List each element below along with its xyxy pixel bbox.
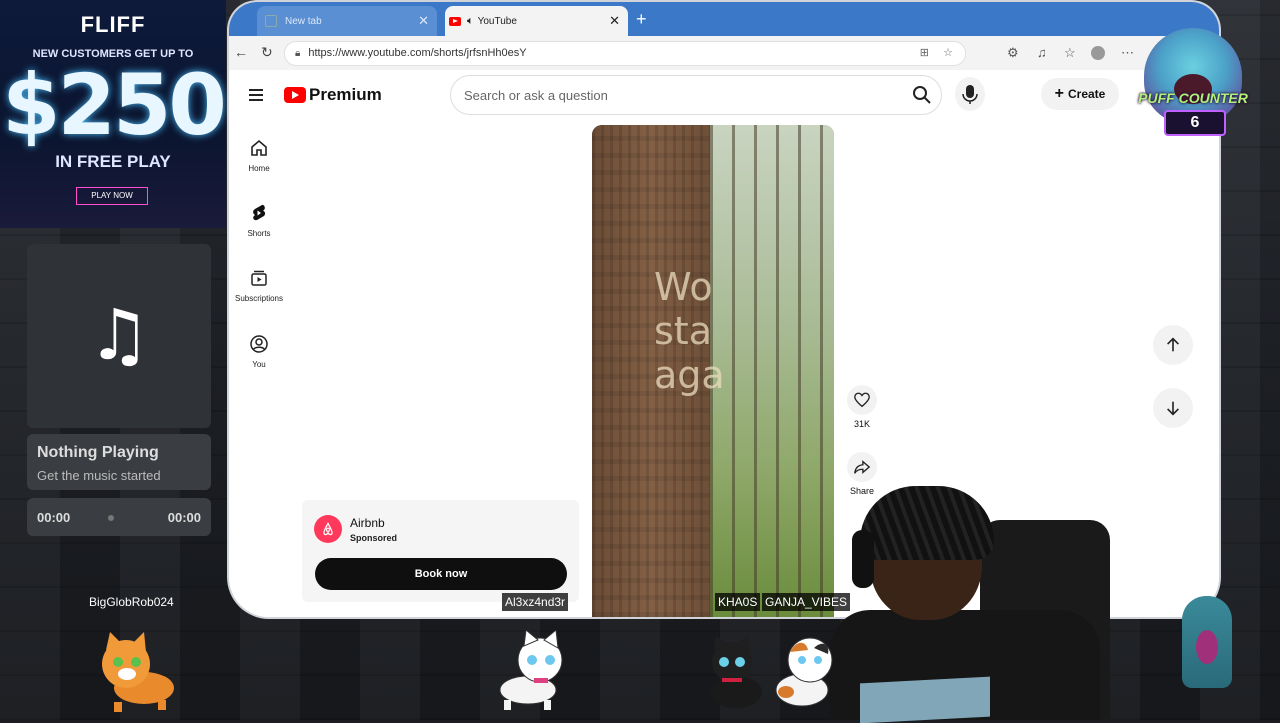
video-overlay-text: Wo sta aga: [654, 265, 725, 397]
close-icon[interactable]: ✕: [609, 13, 620, 29]
search-icon[interactable]: [912, 85, 932, 105]
overlay-line: sta: [654, 309, 712, 353]
headphones-icon: [852, 530, 874, 588]
sponsored-label: Sponsored: [350, 533, 398, 543]
microphone-icon: [962, 85, 978, 104]
username-label: KHA0S: [715, 593, 761, 611]
sidebar-item-shorts[interactable]: Shorts: [229, 203, 289, 238]
music-time-current: 00:00: [37, 510, 71, 525]
profile-avatar[interactable]: [1091, 46, 1105, 60]
now-playing-subtitle: Get the music started: [37, 468, 161, 483]
username-label: BigGlobRob024: [89, 595, 174, 609]
sponsor-ad-panel: FLIFF NEW CUSTOMERS GET UP TO $250 IN FR…: [0, 0, 227, 228]
menu-icon[interactable]: [249, 86, 263, 104]
ad-brand: FLIFF: [80, 12, 146, 37]
shirt-graphic: [860, 676, 990, 723]
new-tab-button[interactable]: +: [636, 9, 647, 30]
refresh-icon[interactable]: ↻: [261, 44, 273, 61]
youtube-play-icon: [284, 87, 306, 103]
voice-search-button[interactable]: [955, 77, 985, 111]
speaker-icon[interactable]: 🔈︎: [467, 15, 474, 28]
like-button[interactable]: 31K: [847, 385, 877, 429]
short-video-player[interactable]: Wo sta aga: [592, 125, 834, 617]
search-placeholder: Search or ask a question: [464, 88, 608, 103]
like-count: 31K: [853, 419, 870, 429]
sidebar-item-label: Subscriptions: [234, 294, 284, 303]
tab-new-tab[interactable]: New tab ✕: [257, 6, 437, 36]
now-playing-title: Nothing Playing: [37, 444, 159, 461]
airbnb-logo-icon: [314, 515, 342, 543]
music-artwork: ♫: [27, 244, 211, 428]
music-time-total: 00:00: [167, 510, 201, 525]
create-label: Create: [1067, 87, 1106, 101]
webcam-feed: [830, 480, 1130, 723]
puff-counter-widget: PUFF COUNTER 6: [1130, 24, 1256, 150]
apps-icon[interactable]: ⊞: [920, 42, 929, 65]
media-icon[interactable]: ♫: [1037, 45, 1047, 60]
tab-label: New tab: [285, 15, 322, 27]
page-icon: [265, 15, 277, 27]
create-button[interactable]: + Create: [1041, 78, 1119, 110]
favorites-icon[interactable]: ☆: [1064, 45, 1076, 61]
music-note-icon: ♫: [87, 294, 151, 376]
sponsored-ad-card: Airbnb Sponsored Book now: [302, 500, 579, 602]
youtube-favicon-icon: [449, 16, 461, 26]
orange-cat-avatar: [102, 632, 174, 712]
music-progress-bar: 00:00 00:00: [27, 498, 211, 536]
advertiser-name: Airbnb: [350, 516, 385, 530]
overlay-line: aga: [654, 353, 725, 397]
sidebar-item-subscriptions[interactable]: Subscriptions: [229, 268, 289, 303]
tab-strip: New tab ✕ 🔈︎ YouTube ✕ +: [229, 2, 1219, 36]
shorts-icon: [253, 204, 266, 221]
calico-cat-avatar: [775, 637, 833, 707]
arrow-up-icon: [1167, 337, 1179, 352]
puff-counter-label: PUFF COUNTER: [1138, 90, 1248, 106]
now-playing-panel: Nothing Playing Get the music started: [27, 434, 211, 490]
lock-icon: 🔒︎: [295, 48, 301, 59]
tab-label: YouTube: [477, 15, 517, 27]
previous-short-button[interactable]: [1153, 325, 1193, 365]
extensions-icon[interactable]: ⚙: [1007, 45, 1019, 61]
ad-freeplay-text: IN FREE PLAY: [55, 152, 171, 171]
puff-count: 6: [1164, 110, 1226, 136]
video-frame-forest: [710, 125, 834, 617]
sidebar-item-label: Home: [248, 164, 270, 173]
heart-icon: [854, 392, 870, 408]
black-cat-avatar: [710, 636, 762, 708]
streamer-hair: [860, 486, 994, 560]
sidebar-item-label: Shorts: [247, 229, 271, 238]
youtube-logo[interactable]: Premium: [284, 85, 382, 105]
address-bar[interactable]: 🔒︎ https://www.youtube.com/shorts/jrfsnHh…: [284, 41, 966, 66]
back-arrow-icon[interactable]: ←: [234, 44, 248, 60]
next-short-button[interactable]: [1153, 388, 1193, 428]
sidebar-item-label: You: [252, 360, 266, 369]
youtube-logo-text: Premium: [309, 85, 382, 104]
share-icon: [854, 460, 871, 474]
sidebar-item-home[interactable]: Home: [229, 138, 289, 173]
white-cat-avatar: [499, 630, 563, 710]
subscriptions-icon: [251, 270, 267, 286]
account-icon: [250, 335, 268, 353]
url-text: https://www.youtube.com/shorts/jrfsnHh0e…: [308, 47, 527, 59]
favorite-star-icon[interactable]: ☆: [943, 42, 953, 65]
search-input[interactable]: Search or ask a question: [450, 75, 942, 115]
arrow-down-icon: [1167, 401, 1179, 416]
close-icon[interactable]: ✕: [418, 13, 429, 29]
username-label: Al3xz4nd3r: [502, 593, 569, 611]
ad-play-now-button[interactable]: PLAY NOW: [76, 187, 148, 205]
ghost-mascot-icon: [1182, 596, 1232, 688]
overlay-line: Wo: [654, 265, 713, 309]
address-toolbar: ← ↻ 🔒︎ https://www.youtube.com/shorts/jrf…: [229, 36, 1219, 70]
music-progress-handle: [108, 515, 114, 521]
username-label: GANJA_VIBES: [762, 593, 851, 611]
tab-youtube[interactable]: 🔈︎ YouTube ✕: [445, 6, 628, 36]
home-icon: [251, 139, 267, 156]
sidebar-item-you[interactable]: You: [229, 334, 289, 369]
ad-amount: $250: [2, 56, 227, 154]
book-now-button[interactable]: Book now: [315, 558, 567, 590]
plus-icon: +: [1054, 85, 1064, 102]
